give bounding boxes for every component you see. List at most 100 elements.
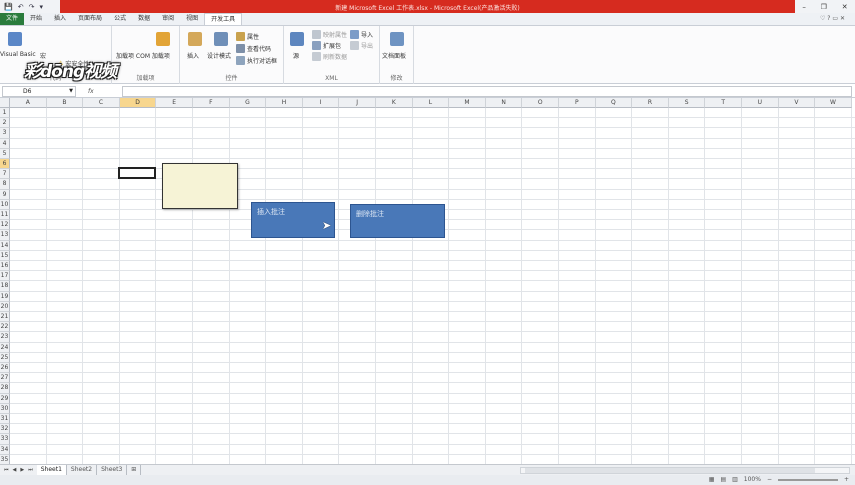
save-icon[interactable]: 💾 xyxy=(4,3,13,11)
prev-sheet-icon[interactable]: ◀ xyxy=(13,467,17,473)
normal-view-icon[interactable]: ▦ xyxy=(709,476,715,483)
row-header-18[interactable]: 18 xyxy=(0,281,10,292)
column-header-b[interactable]: B xyxy=(46,98,84,108)
row-header-11[interactable]: 11 xyxy=(0,210,10,221)
select-all-corner[interactable] xyxy=(0,98,10,108)
restore-button[interactable]: ❐ xyxy=(821,3,827,11)
insert-control-button[interactable]: 插入 xyxy=(187,51,199,60)
tab-developer[interactable]: 开发工具 xyxy=(204,13,243,25)
column-header-o[interactable]: O xyxy=(522,98,559,108)
sheet-tab-3[interactable]: Sheet3 xyxy=(97,465,128,475)
chevron-down-icon[interactable]: ▼ xyxy=(69,87,73,96)
row-header-3[interactable]: 3 xyxy=(0,128,10,139)
row-header-16[interactable]: 16 xyxy=(0,261,10,272)
column-header-m[interactable]: M xyxy=(449,98,486,108)
column-header-t[interactable]: T xyxy=(705,98,742,108)
worksheet-grid[interactable]: A B C D E F G H I J K L M N O P Q R S T U V W 1 2 3 4 5 6 7 8 9 10 11 12 13… xyxy=(0,98,855,464)
view-code-button[interactable]: 查看代码 xyxy=(236,44,271,53)
row-header-15[interactable]: 15 xyxy=(0,250,10,261)
zoom-level[interactable]: 100% xyxy=(744,476,761,483)
zoom-in-icon[interactable]: + xyxy=(844,476,849,483)
row-header-23[interactable]: 23 xyxy=(0,332,10,343)
last-sheet-icon[interactable]: ⏭ xyxy=(28,467,33,473)
column-header-u[interactable]: U xyxy=(742,98,779,108)
sheet-tab-2[interactable]: Sheet2 xyxy=(67,465,98,475)
sheet-tab-1[interactable]: Sheet1 xyxy=(36,465,67,475)
row-header-10[interactable]: 10 xyxy=(0,199,10,210)
new-sheet-icon[interactable]: ⊞ xyxy=(127,465,142,475)
row-header-32[interactable]: 32 xyxy=(0,424,10,435)
row-header-4[interactable]: 4 xyxy=(0,138,10,149)
column-header-l[interactable]: L xyxy=(412,98,450,108)
column-header-p[interactable]: P xyxy=(559,98,596,108)
comment-box[interactable] xyxy=(162,163,238,209)
tab-file[interactable]: 文件 xyxy=(0,13,25,25)
tab-review[interactable]: 审阅 xyxy=(156,13,180,25)
formula-input[interactable] xyxy=(122,86,852,97)
delete-comment-button[interactable]: 删除批注 xyxy=(350,204,445,238)
column-header-k[interactable]: K xyxy=(376,98,413,108)
redo-icon[interactable]: ↷ xyxy=(29,3,35,11)
column-header-a[interactable]: A xyxy=(10,98,47,108)
column-header-j[interactable]: J xyxy=(339,98,376,108)
row-header-33[interactable]: 33 xyxy=(0,434,10,445)
column-header-f[interactable]: F xyxy=(193,98,230,108)
row-header-31[interactable]: 31 xyxy=(0,414,10,425)
row-header-29[interactable]: 29 xyxy=(0,393,10,404)
row-header-17[interactable]: 17 xyxy=(0,271,10,282)
scroll-thumb[interactable] xyxy=(525,468,815,473)
undo-icon[interactable]: ↶ xyxy=(18,3,24,11)
page-layout-view-icon[interactable]: ▤ xyxy=(720,476,726,483)
map-properties-button[interactable]: 映射属性 xyxy=(312,30,347,39)
document-panel-button[interactable]: 文档面板 xyxy=(382,51,406,60)
minimize-button[interactable]: – xyxy=(802,3,806,11)
column-header-s[interactable]: S xyxy=(668,98,706,108)
active-cell-d6[interactable] xyxy=(118,167,156,179)
expansion-packs-button[interactable]: 扩展包 xyxy=(312,41,341,50)
row-header-20[interactable]: 20 xyxy=(0,301,10,312)
row-header-26[interactable]: 26 xyxy=(0,363,10,374)
zoom-slider[interactable] xyxy=(777,478,838,481)
row-header-19[interactable]: 19 xyxy=(0,291,10,302)
row-header-34[interactable]: 34 xyxy=(0,444,10,455)
column-header-n[interactable]: N xyxy=(485,98,523,108)
zoom-out-icon[interactable]: − xyxy=(767,476,772,483)
xml-import-button[interactable]: 导入 xyxy=(350,30,373,39)
row-header-14[interactable]: 14 xyxy=(0,240,10,251)
fx-icon[interactable]: fx xyxy=(88,88,94,95)
xml-export-button[interactable]: 导出 xyxy=(350,41,373,50)
tab-insert[interactable]: 插入 xyxy=(48,13,72,25)
row-header-8[interactable]: 8 xyxy=(0,179,10,190)
customize-qat-icon[interactable]: ▾ xyxy=(39,3,43,11)
row-header-7[interactable]: 7 xyxy=(0,169,10,180)
ribbon-help-controls[interactable]: ♡ ? ▭ ✕ xyxy=(820,13,855,25)
row-header-13[interactable]: 13 xyxy=(0,230,10,241)
tab-view[interactable]: 视图 xyxy=(180,13,204,25)
tab-page-layout[interactable]: 页面布局 xyxy=(72,13,108,25)
column-header-w[interactable]: W xyxy=(815,98,852,108)
xml-source-button[interactable]: 源 xyxy=(293,51,299,60)
column-header-e[interactable]: E xyxy=(156,98,193,108)
column-header-v[interactable]: V xyxy=(778,98,816,108)
row-header-30[interactable]: 30 xyxy=(0,403,10,414)
column-header-h[interactable]: H xyxy=(266,98,303,108)
next-sheet-icon[interactable]: ▶ xyxy=(20,467,24,473)
com-addins-button[interactable]: 加载项 COM 加载项 xyxy=(116,51,170,60)
row-header-5[interactable]: 5 xyxy=(0,148,10,159)
column-header-c[interactable]: C xyxy=(83,98,120,108)
design-mode-button[interactable]: 设计模式 xyxy=(207,51,231,60)
name-box[interactable]: D6 ▼ xyxy=(2,85,76,97)
first-sheet-icon[interactable]: ⏮ xyxy=(4,467,9,473)
row-header-28[interactable]: 28 xyxy=(0,383,10,394)
close-button[interactable]: ✕ xyxy=(842,3,848,11)
properties-button[interactable]: 属性 xyxy=(236,32,259,41)
refresh-data-button[interactable]: 刷新数据 xyxy=(312,52,347,61)
row-header-12[interactable]: 12 xyxy=(0,220,10,231)
page-break-view-icon[interactable]: ▥ xyxy=(732,476,738,483)
row-header-24[interactable]: 24 xyxy=(0,342,10,353)
horizontal-scrollbar[interactable] xyxy=(520,467,850,474)
row-header-9[interactable]: 9 xyxy=(0,189,10,200)
row-header-6[interactable]: 6 xyxy=(0,159,10,170)
tab-data[interactable]: 数据 xyxy=(132,13,156,25)
row-header-35[interactable]: 35 xyxy=(0,454,10,464)
